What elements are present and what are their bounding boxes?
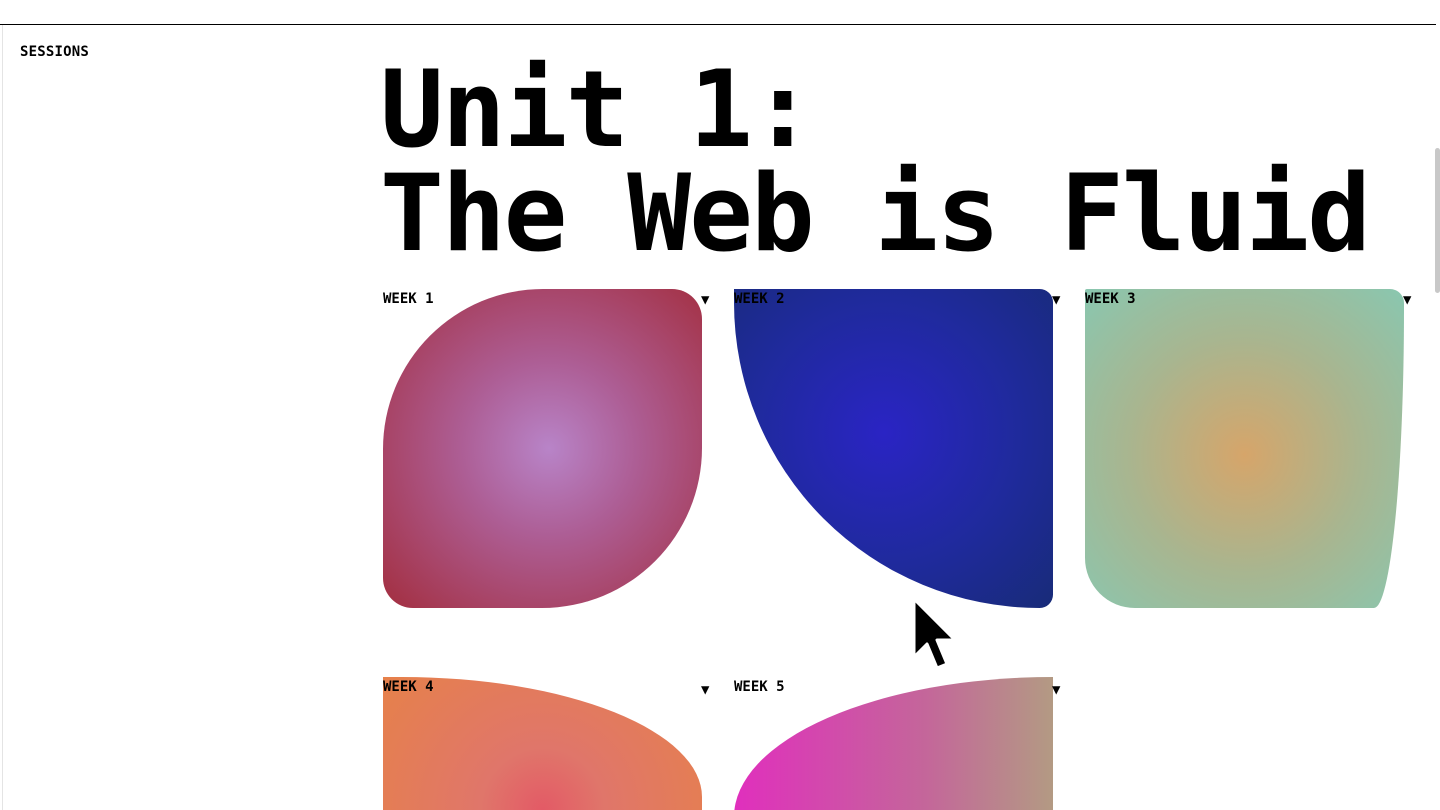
week-card-4[interactable]: WEEK 4 ▼: [383, 677, 713, 810]
sessions-nav-label[interactable]: SESSIONS: [20, 44, 89, 60]
week-4-toggle-icon[interactable]: ▼: [701, 681, 709, 699]
unit-title: Unit 1: The Web is Fluid: [380, 48, 1371, 275]
week-5-label[interactable]: WEEK 5: [734, 679, 785, 695]
week-card-5[interactable]: WEEK 5 ▼: [734, 677, 1064, 810]
week-3-toggle-icon[interactable]: ▼: [1403, 291, 1411, 309]
week-2-label[interactable]: WEEK 2: [734, 291, 785, 307]
unit-title-line-1: Unit 1:: [380, 48, 815, 171]
week-1-label[interactable]: WEEK 1: [383, 291, 434, 307]
week-1-shape[interactable]: [383, 289, 702, 608]
week-1-toggle-icon[interactable]: ▼: [701, 291, 709, 309]
week-2-shape[interactable]: [734, 289, 1053, 608]
week-card-3[interactable]: WEEK 3 ▼: [1085, 289, 1415, 609]
unit-title-line-2: The Web is Fluid: [380, 152, 1371, 275]
week-card-1[interactable]: WEEK 1 ▼: [383, 289, 713, 609]
week-3-shape[interactable]: [1085, 289, 1404, 608]
mouse-pointer-icon: [912, 597, 957, 670]
week-5-shape[interactable]: [734, 677, 1053, 810]
vertical-scrollbar[interactable]: [1435, 148, 1440, 293]
week-2-toggle-icon[interactable]: ▼: [1052, 291, 1060, 309]
week-5-toggle-icon[interactable]: ▼: [1052, 681, 1060, 699]
week-3-label[interactable]: WEEK 3: [1085, 291, 1136, 307]
week-4-label[interactable]: WEEK 4: [383, 679, 434, 695]
left-border: [2, 25, 3, 810]
page: SESSIONS Unit 1: The Web is Fluid WEEK 1…: [0, 0, 1440, 810]
week-4-shape[interactable]: [383, 677, 702, 810]
top-divider: [0, 24, 1436, 25]
week-card-2[interactable]: WEEK 2 ▼: [734, 289, 1064, 609]
